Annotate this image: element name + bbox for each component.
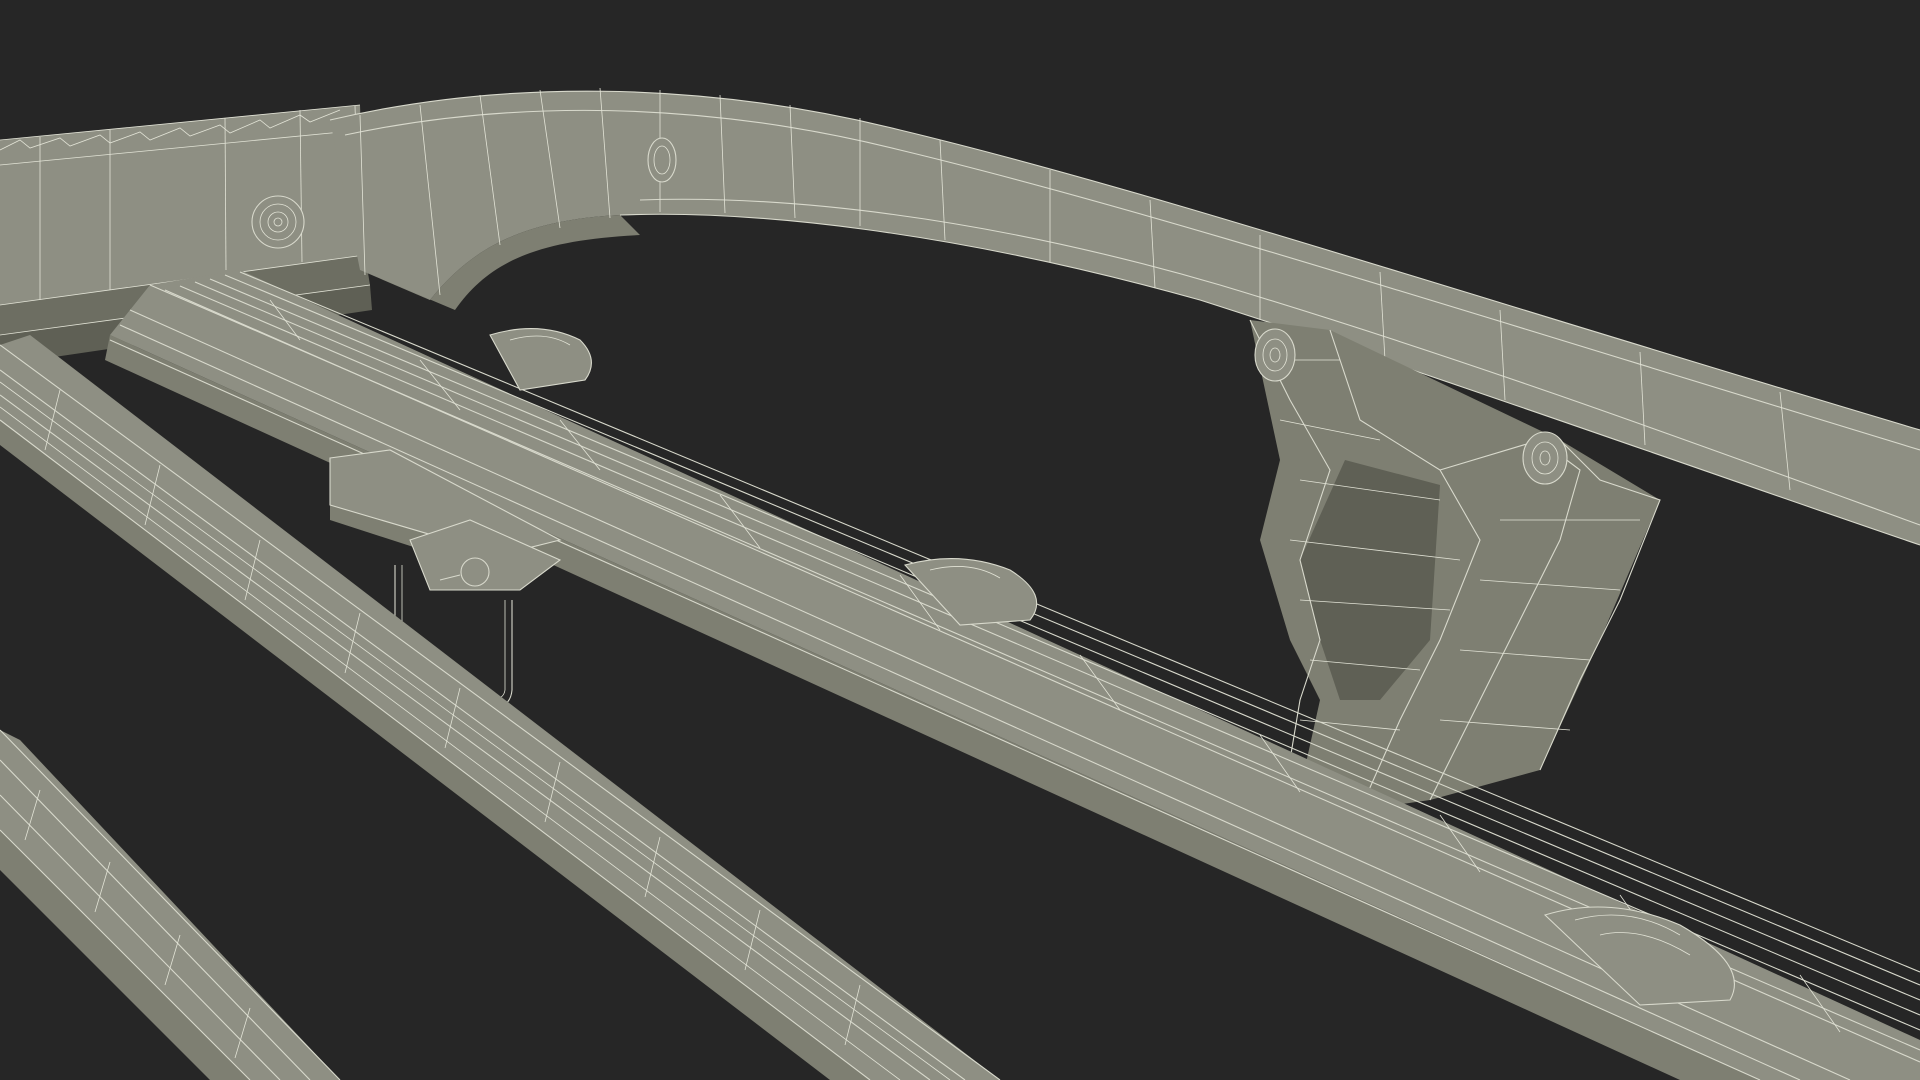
bolt-icon: [1254, 328, 1296, 382]
bolt-icon: [1522, 431, 1568, 485]
bolt-icon: [251, 195, 305, 249]
3d-viewport[interactable]: [0, 0, 1920, 1080]
bolt-icon: [647, 137, 677, 183]
side-rail-bottom: [0, 729, 341, 1080]
spring-eye: [489, 328, 592, 391]
wireframe-render: [0, 87, 1920, 1080]
